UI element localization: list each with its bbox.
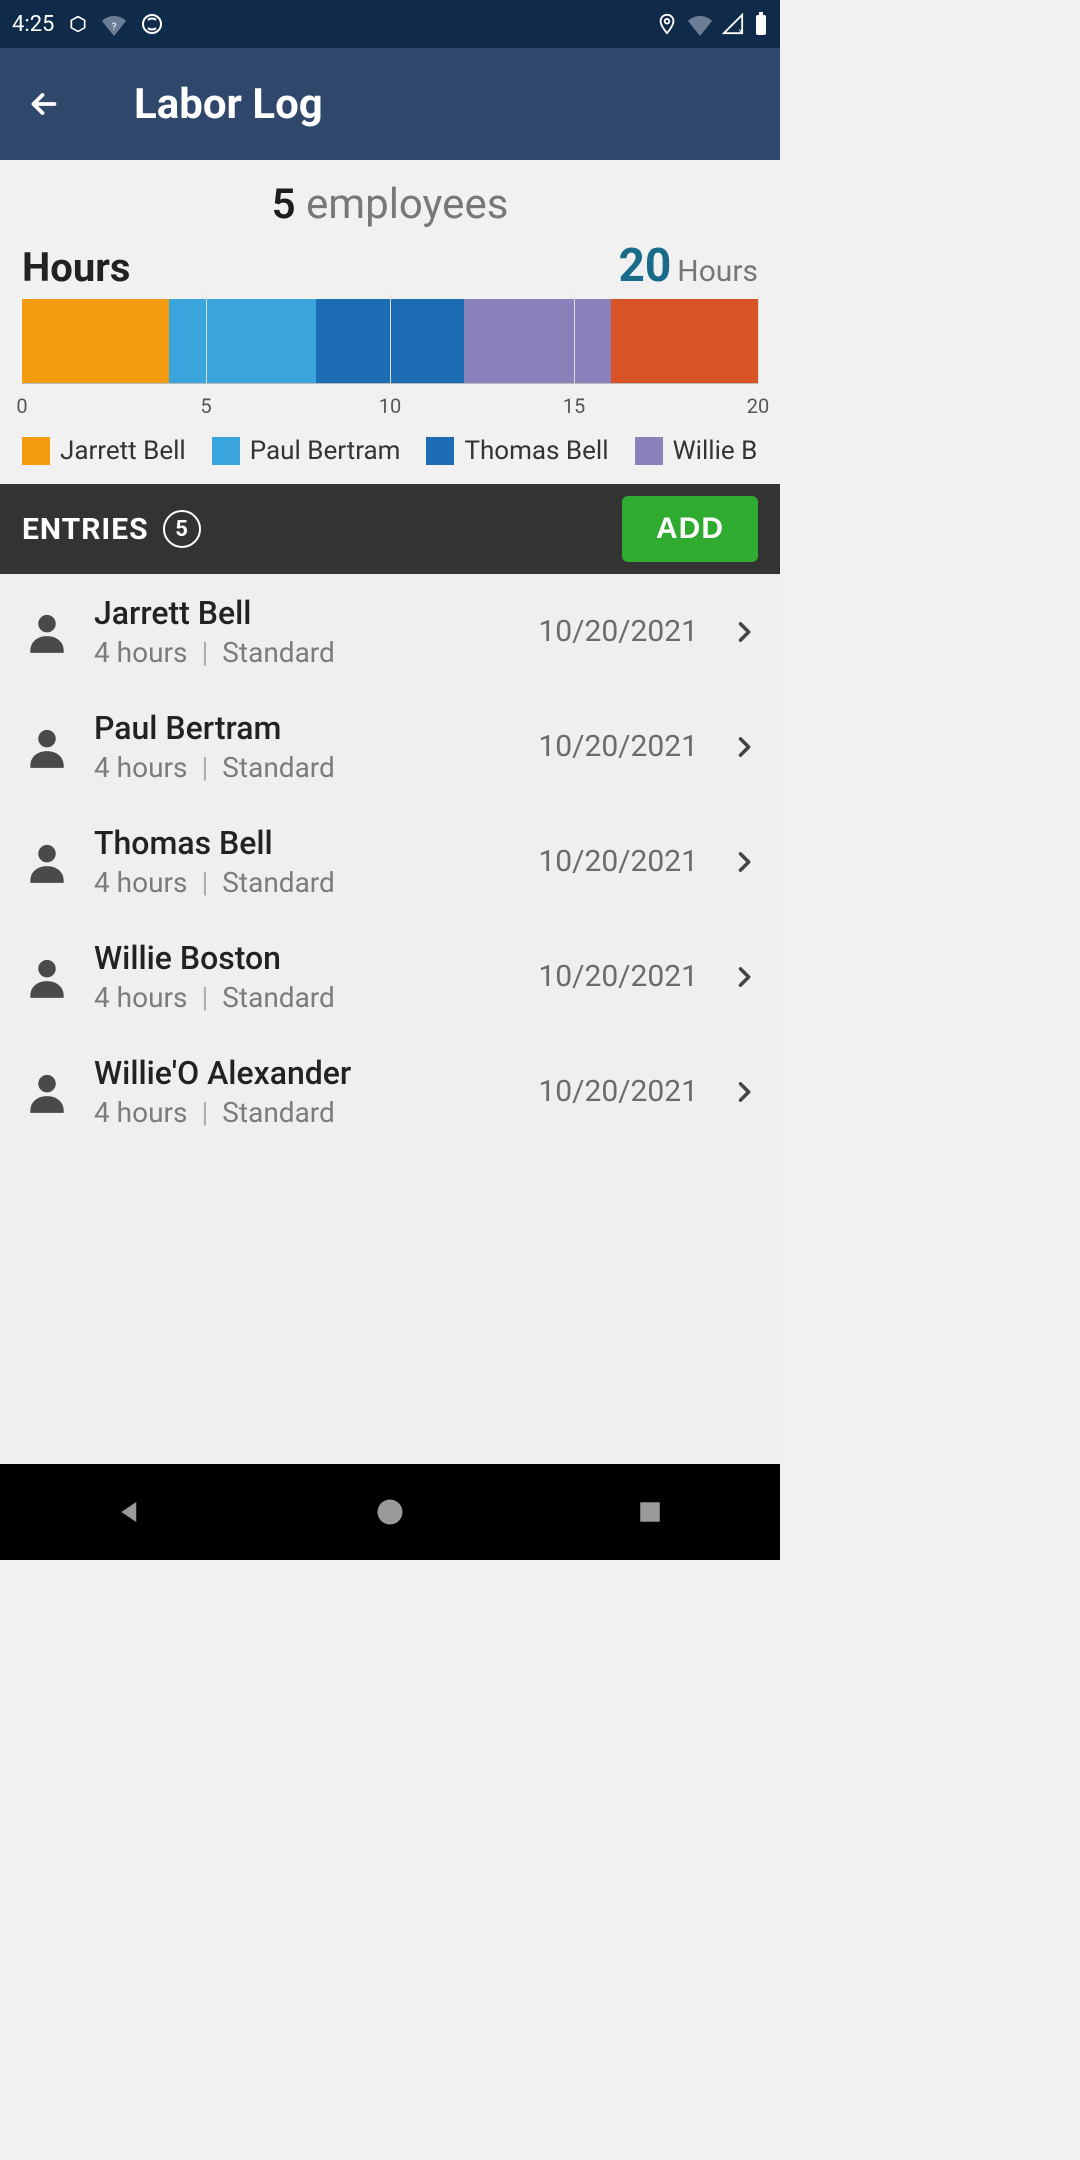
battery-icon [754, 12, 768, 36]
hours-label: Hours [22, 244, 130, 291]
nav-home-button[interactable] [368, 1490, 412, 1534]
summary-panel: 5 employees Hours 20Hours 05101520 Jarre… [0, 160, 780, 484]
entry-type: Standard [222, 1096, 335, 1129]
avatar-icon [22, 607, 72, 657]
legend-item: Paul Bertram [212, 436, 401, 466]
chevron-right-icon [730, 1078, 758, 1106]
entry-hours: 4 hours [94, 751, 187, 784]
legend-label: Thomas Bell [464, 436, 608, 466]
chart-segment [169, 299, 316, 383]
status-bar: 4:25 ? x [0, 0, 780, 48]
entry-hours: 4 hours [94, 636, 187, 669]
chevron-right-icon [730, 848, 758, 876]
chevron-right-icon [730, 733, 758, 761]
chart-segment [22, 299, 169, 383]
axis-tick: 10 [379, 394, 401, 418]
wifi-icon [688, 12, 712, 36]
wifi-question-icon: ? [102, 12, 126, 36]
entry-date: 10/20/2021 [538, 1074, 698, 1109]
entry-hours: 4 hours [94, 981, 187, 1014]
circle-home-icon [375, 1497, 405, 1527]
entries-label: ENTRIES [22, 512, 149, 547]
system-nav-bar [0, 1464, 780, 1560]
axis-tick: 20 [747, 394, 769, 418]
entry-subtitle: 4 hours|Standard [94, 636, 516, 669]
list-item[interactable]: Willie Boston 4 hours|Standard 10/20/202… [0, 919, 780, 1034]
entry-name: Jarrett Bell [94, 594, 516, 632]
entry-hours: 4 hours [94, 866, 187, 899]
avatar-icon [22, 952, 72, 1002]
chart-segment [611, 299, 758, 383]
avatar-icon [22, 722, 72, 772]
chevron-right-icon [730, 963, 758, 991]
hours-chart: 05101520 Jarrett BellPaul BertramThomas … [22, 299, 758, 466]
legend-swatch [22, 437, 50, 465]
status-time: 4:25 [12, 12, 54, 37]
svg-text:x: x [739, 27, 743, 35]
list-item[interactable]: Jarrett Bell 4 hours|Standard 10/20/2021 [0, 574, 780, 689]
entry-type: Standard [222, 866, 335, 899]
add-button[interactable]: ADD [622, 496, 758, 562]
entries-header: ENTRIES 5 ADD [0, 484, 780, 574]
location-icon [656, 13, 678, 35]
employee-count: 5 employees [22, 180, 758, 229]
no-sync-icon [140, 12, 164, 36]
chart-segment [464, 299, 611, 383]
entry-type: Standard [222, 751, 335, 784]
entry-type: Standard [222, 981, 335, 1014]
back-button[interactable] [24, 84, 64, 124]
entry-subtitle: 4 hours|Standard [94, 981, 516, 1014]
app-bar: Labor Log [0, 48, 780, 160]
entry-date: 10/20/2021 [538, 844, 698, 879]
entry-name: Willie'O Alexander [94, 1054, 516, 1092]
triangle-back-icon [115, 1497, 145, 1527]
entry-name: Willie Boston [94, 939, 516, 977]
legend-item: Thomas Bell [426, 436, 608, 466]
nav-recents-button[interactable] [628, 1490, 672, 1534]
entry-date: 10/20/2021 [538, 729, 698, 764]
entry-name: Thomas Bell [94, 824, 516, 862]
entries-list: Jarrett Bell 4 hours|Standard 10/20/2021… [0, 574, 780, 1464]
signal-icon: x [722, 13, 744, 35]
entry-subtitle: 4 hours|Standard [94, 751, 516, 784]
list-item[interactable]: Willie'O Alexander 4 hours|Standard 10/2… [0, 1034, 780, 1149]
back-arrow-icon [26, 86, 62, 122]
square-recents-icon [637, 1499, 663, 1525]
employee-count-number: 5 [272, 180, 296, 229]
svg-text:?: ? [112, 22, 117, 33]
page-title: Labor Log [134, 80, 323, 129]
chevron-right-icon [730, 618, 758, 646]
entry-date: 10/20/2021 [538, 614, 698, 649]
legend-label: Paul Bertram [250, 436, 401, 466]
list-item[interactable]: Paul Bertram 4 hours|Standard 10/20/2021 [0, 689, 780, 804]
entry-type: Standard [222, 636, 335, 669]
legend-swatch [426, 437, 454, 465]
nav-back-button[interactable] [108, 1490, 152, 1534]
axis-tick: 15 [563, 394, 585, 418]
entry-subtitle: 4 hours|Standard [94, 866, 516, 899]
axis-tick: 0 [16, 394, 27, 418]
entry-date: 10/20/2021 [538, 959, 698, 994]
employee-count-word: employees [306, 180, 508, 229]
list-item[interactable]: Thomas Bell 4 hours|Standard 10/20/2021 [0, 804, 780, 919]
hours-total: 20Hours [619, 239, 759, 293]
entries-count-badge: 5 [163, 510, 201, 548]
axis-tick: 5 [200, 394, 211, 418]
legend-item: Willie Bosto [635, 436, 758, 466]
legend-swatch [635, 437, 663, 465]
hours-total-number: 20 [619, 239, 672, 293]
avatar-icon [22, 1067, 72, 1117]
package-icon [68, 14, 88, 34]
entry-name: Paul Bertram [94, 709, 516, 747]
legend-label: Jarrett Bell [60, 436, 186, 466]
legend-label: Willie Bosto [673, 436, 758, 466]
entry-hours: 4 hours [94, 1096, 187, 1129]
chart-legend: Jarrett Bell Paul Bertram Thomas Bell Willi… [22, 436, 758, 466]
legend-item: Jarrett Bell [22, 436, 186, 466]
entry-subtitle: 4 hours|Standard [94, 1096, 516, 1129]
legend-swatch [212, 437, 240, 465]
hours-total-unit: Hours [677, 254, 758, 289]
avatar-icon [22, 837, 72, 887]
chart-segment [316, 299, 463, 383]
